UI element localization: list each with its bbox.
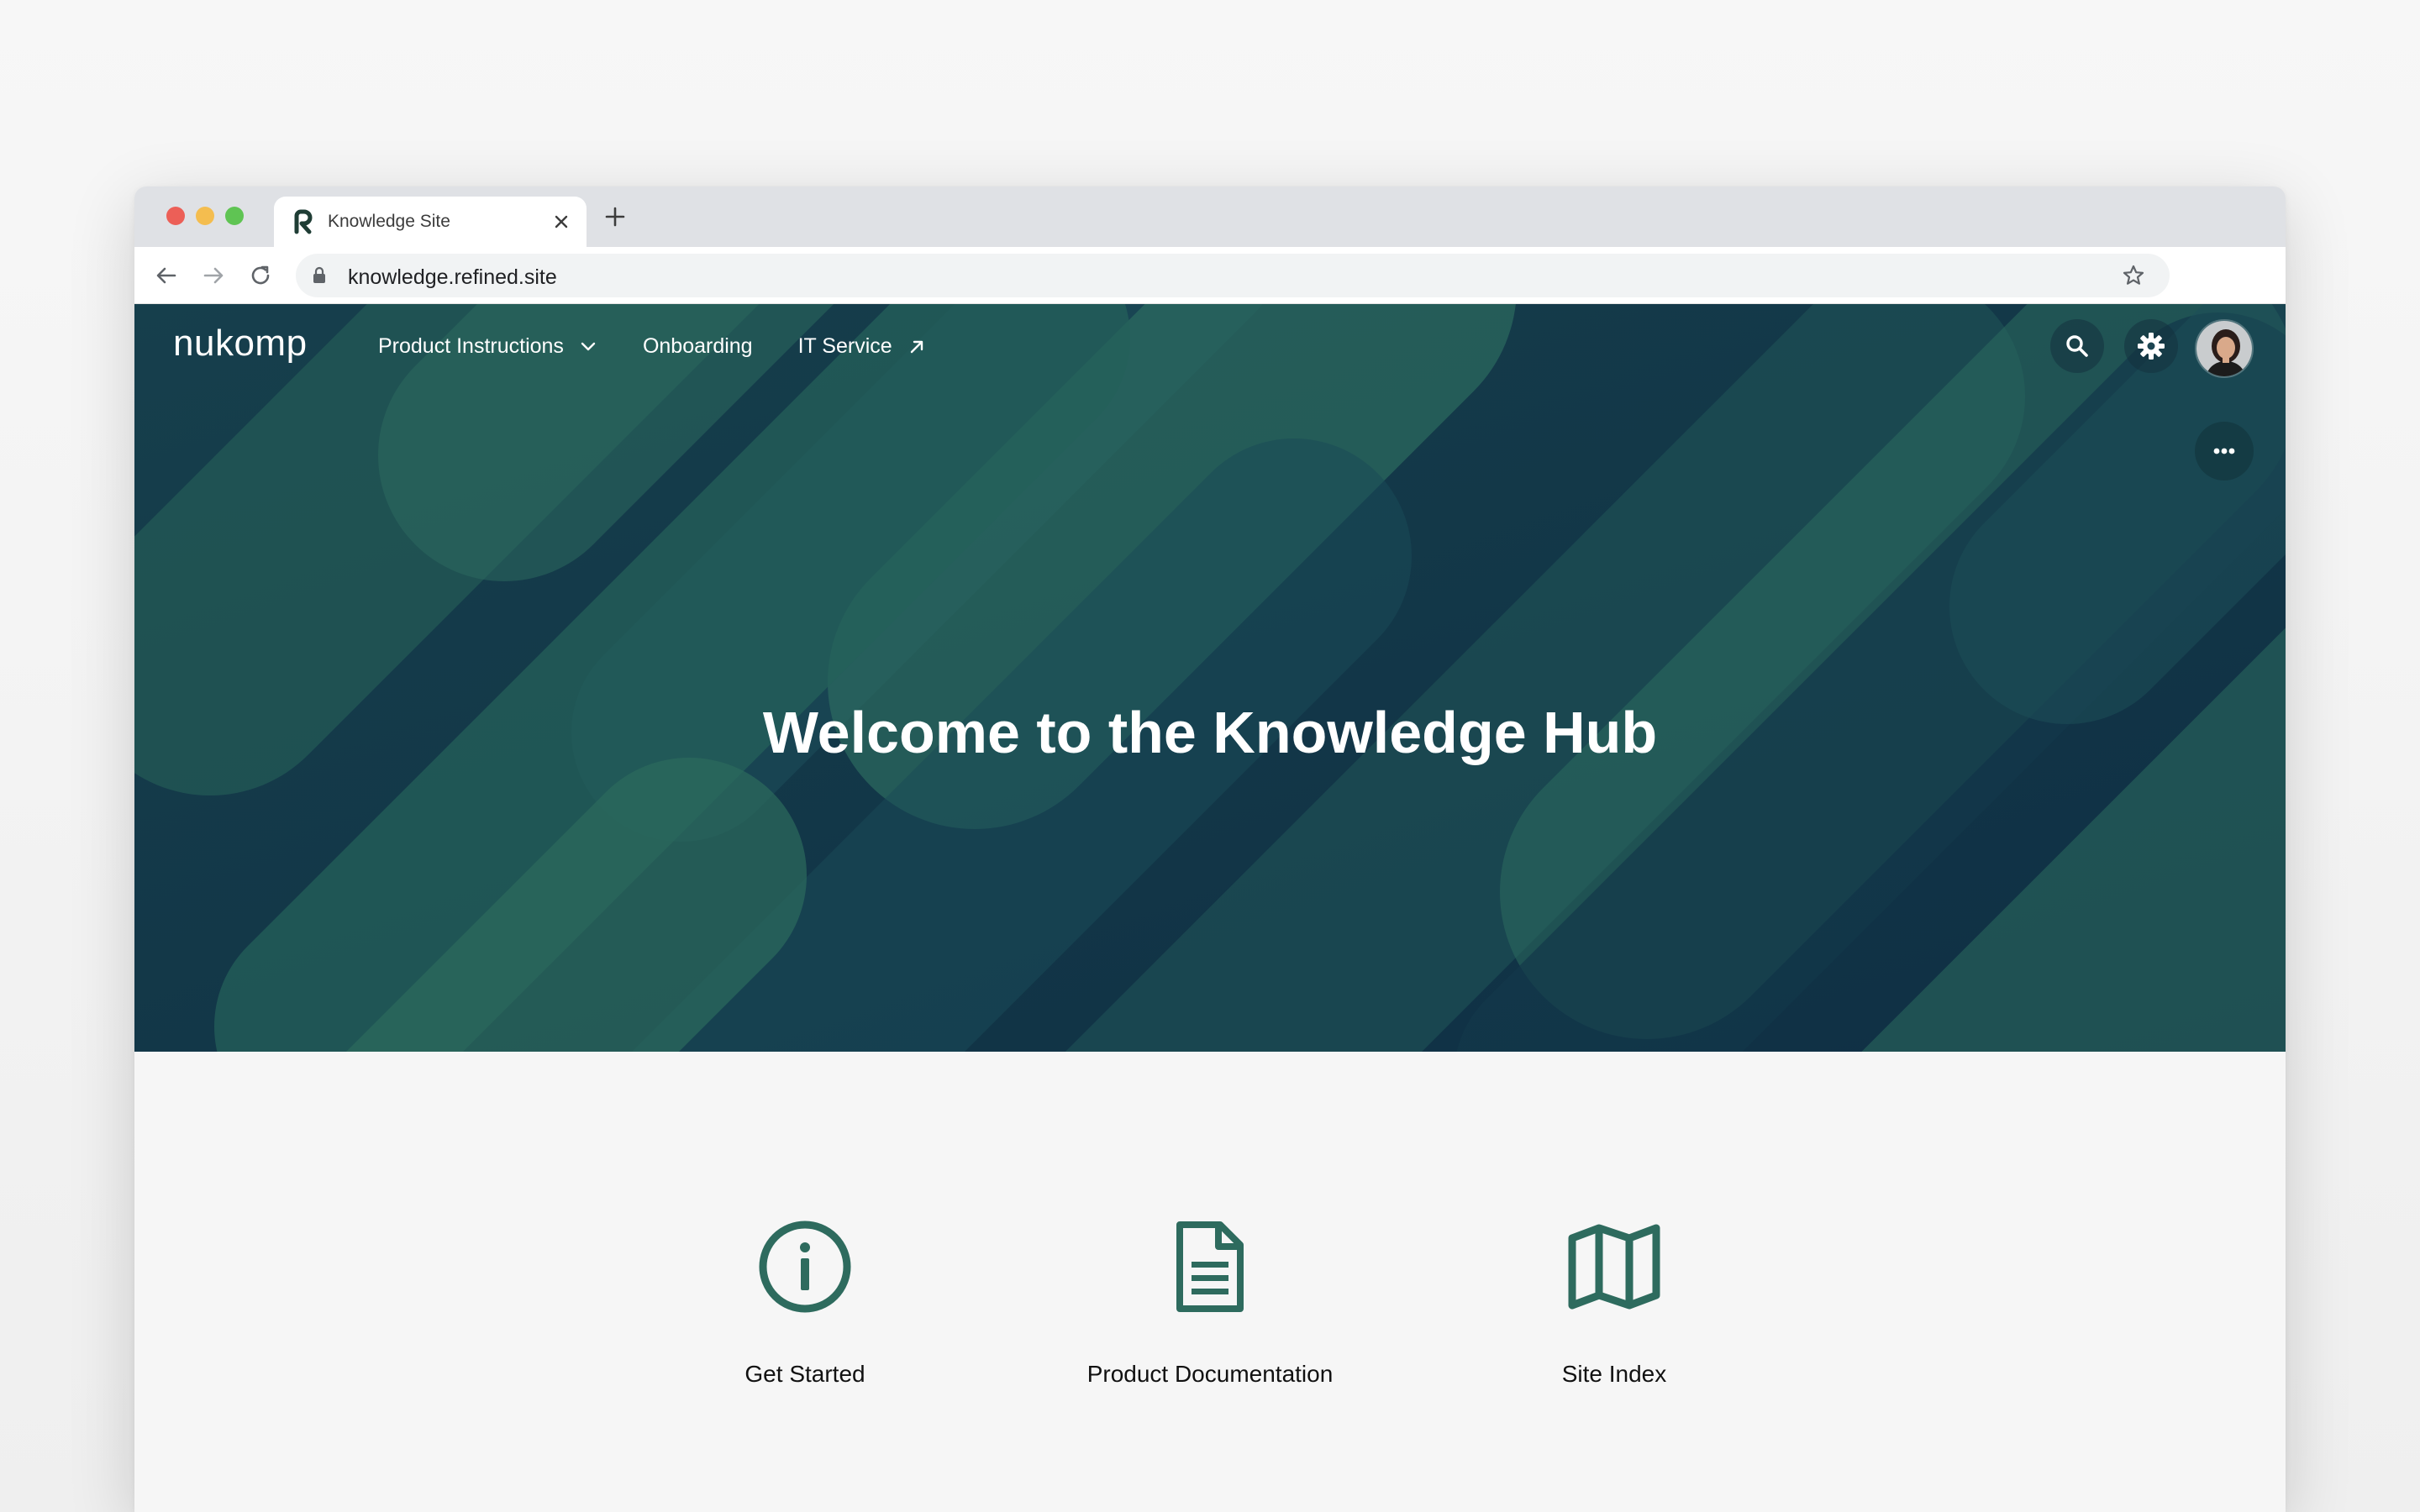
chevron-down-icon [581, 342, 596, 350]
brand-logo[interactable]: nukomp [173, 323, 308, 365]
search-button[interactable] [2050, 319, 2104, 373]
lock-icon [313, 266, 325, 283]
hero-background-pattern [134, 304, 2286, 1052]
minimize-window-button[interactable] [196, 207, 214, 225]
nav-product-instructions[interactable]: Product Instructions [378, 334, 597, 359]
map-icon [1568, 1224, 1660, 1310]
tab-title: Knowledge Site [328, 212, 450, 231]
more-horizontal-icon [2213, 448, 2235, 454]
info-icon [759, 1221, 851, 1313]
card-label: Get Started [744, 1361, 865, 1387]
card-label: Product Documentation [1086, 1361, 1334, 1387]
close-window-button[interactable] [166, 207, 185, 225]
browser-window: Knowledge Site knowledge.refined.site nu… [134, 186, 2286, 1512]
user-avatar[interactable] [2195, 319, 2254, 378]
back-arrow-icon[interactable] [153, 262, 180, 289]
browser-toolbar: knowledge.refined.site [134, 247, 2286, 304]
search-icon [2066, 335, 2088, 357]
reload-icon[interactable] [247, 262, 274, 289]
more-options-button[interactable] [2195, 422, 2254, 480]
document-icon [1176, 1221, 1244, 1312]
card-product-documentation[interactable]: Product Documentation [1025, 1220, 1395, 1388]
address-bar[interactable]: knowledge.refined.site [296, 254, 2170, 297]
nav-label: Onboarding [642, 334, 753, 358]
gear-icon [2138, 333, 2165, 360]
maximize-window-button[interactable] [225, 207, 244, 225]
quick-links: Get Started Product Documentation Site I… [134, 1052, 2286, 1512]
url-text: knowledge.refined.site [348, 265, 557, 289]
main-nav: Product Instructions Onboarding IT Servi… [378, 334, 971, 359]
card-site-index[interactable]: Site Index [1429, 1220, 1799, 1388]
settings-button[interactable] [2124, 319, 2178, 373]
card-get-started[interactable]: Get Started [620, 1220, 990, 1388]
bookmark-star-icon[interactable] [2121, 263, 2146, 288]
close-tab-icon[interactable] [550, 210, 573, 234]
browser-tab[interactable]: Knowledge Site [274, 197, 587, 247]
new-tab-icon[interactable] [602, 203, 629, 230]
nav-label: Product Instructions [378, 334, 564, 358]
nav-it-service[interactable]: IT Service [798, 334, 926, 359]
tab-strip: Knowledge Site [134, 186, 2286, 247]
external-link-icon [910, 340, 923, 353]
forward-arrow-icon[interactable] [200, 262, 227, 289]
hero-banner: nukomp Product Instructions Onboarding I… [134, 304, 2286, 1052]
nav-onboarding[interactable]: Onboarding [643, 334, 753, 359]
nav-label: IT Service [797, 334, 892, 358]
refined-logo-icon [294, 209, 313, 234]
hero-title: Welcome to the Knowledge Hub [762, 700, 1658, 765]
card-label: Site Index [1561, 1361, 1667, 1387]
